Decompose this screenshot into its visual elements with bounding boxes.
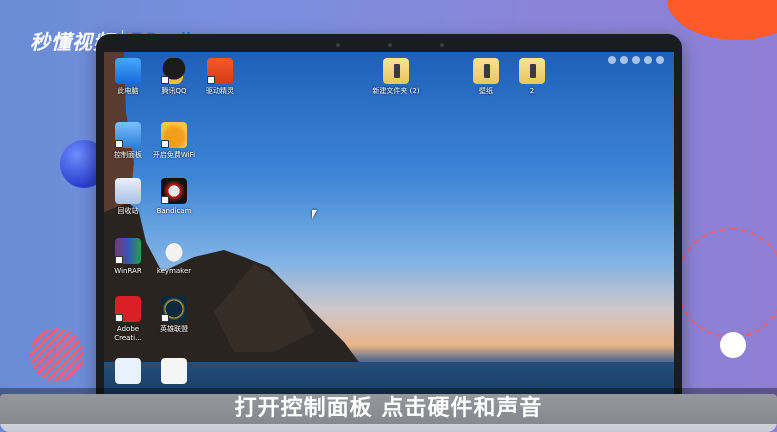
camera-dot-icon xyxy=(336,43,340,47)
desktop-icon-adobe[interactable]: Adobe Creati... xyxy=(104,296,152,343)
desktop-icon-folder-2[interactable]: 2 xyxy=(508,58,556,96)
decorative-orange-shape xyxy=(667,0,777,40)
tray-icon xyxy=(656,56,664,64)
shortcut-arrow-icon xyxy=(207,76,215,84)
desktop-icon-label: 腾讯QQ xyxy=(161,87,187,95)
desktop-icon-bandicam[interactable]: Bandicam xyxy=(150,178,198,216)
desktop-icon-label: 2 xyxy=(529,87,535,95)
keymaker-icon xyxy=(161,238,187,264)
desktop-icon-winrar[interactable]: WinRAR xyxy=(104,238,152,276)
desktop-icon-label: 驱动精灵 xyxy=(206,87,234,95)
control-panel-icon xyxy=(115,122,141,148)
shortcut-arrow-icon xyxy=(115,314,123,322)
desktop-icon-label: 回收站 xyxy=(117,207,139,215)
desktop-icon-label: Adobe Creati... xyxy=(114,325,142,342)
shortcut-arrow-icon xyxy=(115,256,123,264)
folder-icon xyxy=(519,58,545,84)
recycle-bin-icon xyxy=(115,178,141,204)
desktop-icon-label: 壁纸 xyxy=(479,87,493,95)
desktop-icon-label: Bandicam xyxy=(156,207,192,215)
tray-icon xyxy=(608,56,616,64)
bandicam-icon xyxy=(161,178,187,204)
wifi-icon xyxy=(161,122,187,148)
wallpaper-cliff xyxy=(104,52,359,410)
desktop-icon-recycle-bin[interactable]: 回收站 xyxy=(104,178,152,216)
shortcut-arrow-icon xyxy=(161,314,169,322)
decorative-white-dot xyxy=(720,332,746,358)
desktop-icon-label: WinRAR xyxy=(114,267,142,275)
tray-icon xyxy=(620,56,628,64)
computer-icon xyxy=(115,58,141,84)
tray-icon xyxy=(644,56,652,64)
adobe-icon xyxy=(115,296,141,322)
desktop-icon-label: keymaker xyxy=(156,267,192,275)
driver-app-icon xyxy=(207,58,233,84)
desktop-icon-partial[interactable] xyxy=(104,358,152,387)
desktop-screen[interactable]: 此电脑 控制面板 回收站 WinRAR Adobe Creati... 腾讯QQ xyxy=(104,52,674,410)
desktop-icon-label: 此电脑 xyxy=(117,87,139,95)
decorative-striped-circle xyxy=(30,328,84,382)
desktop-icon-control-panel[interactable]: 控制面板 xyxy=(104,122,152,160)
decorative-dashed-ring xyxy=(676,228,777,338)
desktop-icon-tencent-qq[interactable]: 腾讯QQ xyxy=(150,58,198,96)
tray-icons xyxy=(608,56,664,64)
desktop-icon-partial[interactable] xyxy=(150,358,198,387)
camera-icon xyxy=(388,43,392,47)
desktop-icon-lol[interactable]: 英雄联盟 xyxy=(150,296,198,334)
qq-penguin-icon xyxy=(161,58,187,84)
mouse-cursor-icon xyxy=(312,210,317,219)
desktop-icon-new-folder[interactable]: 新建文件夹 (2) xyxy=(372,58,420,96)
sensor-dot-icon xyxy=(440,43,444,47)
folder-icon xyxy=(473,58,499,84)
shortcut-arrow-icon xyxy=(161,140,169,148)
desktop-icon-label: 开启免费WiFi xyxy=(152,151,196,159)
desktop-icon-folder-1[interactable]: 壁纸 xyxy=(462,58,510,96)
desktop-icon-keymaker[interactable]: keymaker xyxy=(150,238,198,276)
desktop-icon-wifi[interactable]: 开启免费WiFi xyxy=(150,122,198,160)
shortcut-arrow-icon xyxy=(161,76,169,84)
shortcut-arrow-icon xyxy=(115,140,123,148)
laptop: 此电脑 控制面板 回收站 WinRAR Adobe Creati... 腾讯QQ xyxy=(96,34,682,424)
winrar-icon xyxy=(115,238,141,264)
tray-icon xyxy=(632,56,640,64)
desktop-icon-label: 英雄联盟 xyxy=(160,325,188,333)
desktop-icon-label: 控制面板 xyxy=(114,151,142,159)
desktop-icon-this-pc[interactable]: 此电脑 xyxy=(104,58,152,96)
shortcut-arrow-icon xyxy=(161,196,169,204)
app-icon xyxy=(115,358,141,384)
document-icon xyxy=(161,358,187,384)
video-subtitle: 打开控制面板 点击硬件和声音 xyxy=(0,388,777,424)
folder-icon xyxy=(383,58,409,84)
desktop-icon-label: 新建文件夹 (2) xyxy=(372,87,420,95)
lol-icon xyxy=(161,296,187,322)
desktop-icon-zhuyinjingling[interactable]: 驱动精灵 xyxy=(196,58,244,96)
